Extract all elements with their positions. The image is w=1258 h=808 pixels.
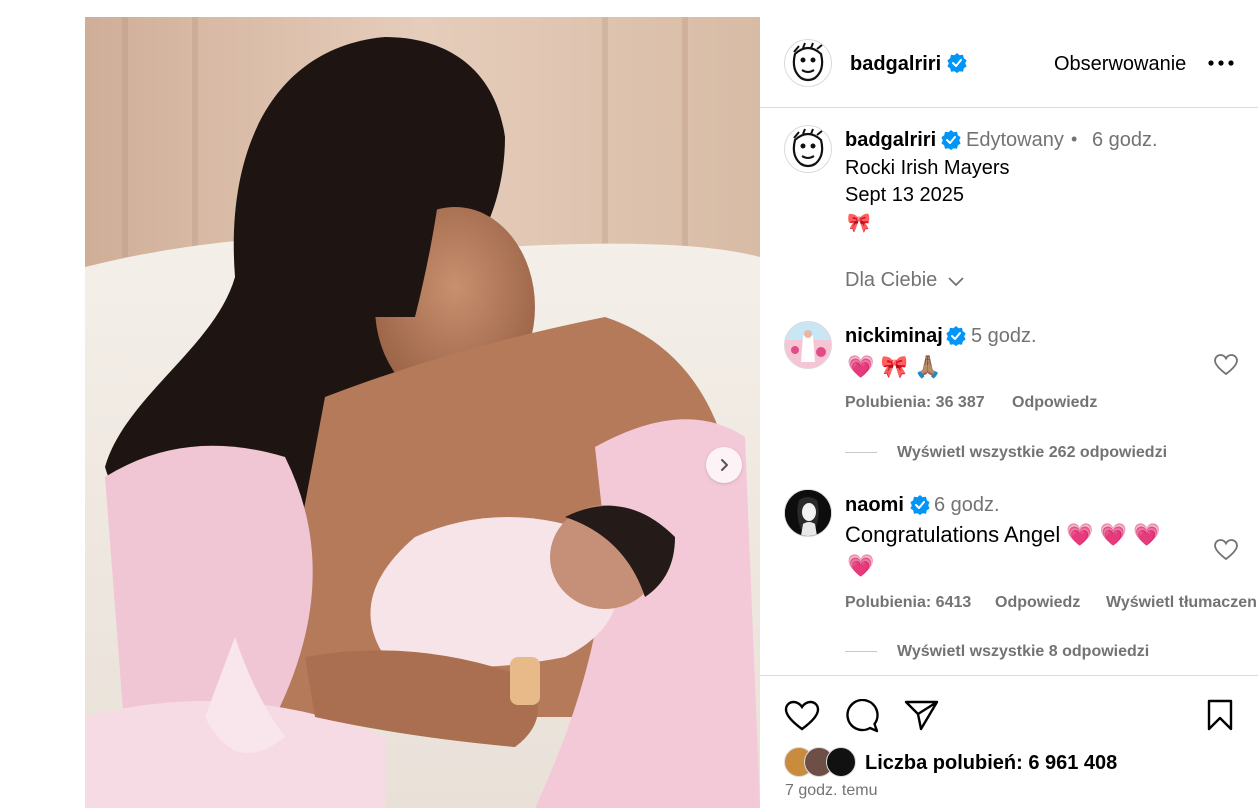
comment-filter-dropdown[interactable]: Dla Ciebie xyxy=(845,269,964,292)
likes-count[interactable]: Liczba polubień: 6 961 408 xyxy=(865,752,1117,775)
post-image xyxy=(85,17,760,808)
profile-photo-icon xyxy=(785,490,831,536)
comment-filter-label: Dla Ciebie xyxy=(845,269,938,291)
verified-badge-icon xyxy=(941,130,961,150)
comment-text-line-2: 💗 xyxy=(847,553,875,578)
caption-time[interactable]: 6 godz. xyxy=(1092,129,1158,152)
doodle-face-icon xyxy=(792,42,824,82)
comment-like-heart-icon[interactable] xyxy=(1214,539,1238,561)
reply-button[interactable]: Odpowiedz xyxy=(995,594,1080,612)
verified-badge-icon xyxy=(946,326,966,346)
post-side-panel: badgalriri Obserwowanie badgalriri Edyto… xyxy=(760,17,1258,808)
chevron-right-icon xyxy=(721,459,728,471)
comment-time[interactable]: 6 godz. xyxy=(934,494,1000,517)
chevron-down-icon xyxy=(948,277,964,287)
caption-line-3: 🎀 xyxy=(847,213,871,234)
actions-divider xyxy=(760,675,1258,676)
author-avatar[interactable] xyxy=(784,39,832,87)
comment-likes-count[interactable]: Polubienia: 6413 xyxy=(845,594,971,612)
reply-button[interactable]: Odpowiedz xyxy=(1012,394,1097,412)
separator-dot: • xyxy=(1071,129,1078,149)
view-replies-label: Wyświetl wszystkie 262 odpowiedzi xyxy=(897,444,1168,461)
comment-time[interactable]: 5 godz. xyxy=(971,325,1037,348)
view-replies-button[interactable]: Wyświetl wszystkie 8 odpowiedzi xyxy=(845,643,1149,661)
verified-badge-icon xyxy=(947,53,967,73)
comment-like-heart-icon[interactable] xyxy=(1214,354,1238,376)
comment-likes-count[interactable]: Polubienia: 36 387 xyxy=(845,394,985,412)
post-header: badgalriri Obserwowanie xyxy=(760,17,1258,108)
comment-username[interactable]: nickiminaj xyxy=(845,325,943,348)
view-replies-button[interactable]: Wyświetl wszystkie 262 odpowiedzi xyxy=(845,444,1167,462)
profile-photo-icon xyxy=(785,322,831,368)
bookmark-icon[interactable] xyxy=(1206,699,1234,731)
heart-icon[interactable] xyxy=(784,700,820,732)
comment-username[interactable]: naomi xyxy=(845,494,904,517)
caption-avatar[interactable] xyxy=(784,125,832,173)
liker-avatar xyxy=(826,747,856,777)
comment-text: 💗 🎀 🙏🏽 xyxy=(847,354,942,379)
share-icon[interactable] xyxy=(904,699,940,731)
caption-line-1: Rocki Irish Mayers xyxy=(845,157,1010,179)
edited-label: Edytowany xyxy=(966,129,1064,151)
translate-button[interactable]: Wyświetl tłumaczenie xyxy=(1106,594,1258,612)
following-button[interactable]: Obserwowanie xyxy=(1054,53,1186,76)
comment-avatar-naomi[interactable] xyxy=(784,489,832,537)
post-timestamp[interactable]: 7 godz. temu xyxy=(785,782,878,800)
author-username[interactable]: badgalriri xyxy=(850,53,941,76)
caption-line-2: Sept 13 2025 xyxy=(845,184,964,206)
view-replies-label: Wyświetl wszystkie 8 odpowiedzi xyxy=(897,643,1150,660)
replies-divider-line xyxy=(845,651,877,653)
doodle-face-icon xyxy=(792,128,824,168)
more-options-icon[interactable] xyxy=(1208,59,1234,67)
comment-avatar-nickiminaj[interactable] xyxy=(784,321,832,369)
liked-by-avatars[interactable] xyxy=(784,745,858,779)
next-photo-button[interactable] xyxy=(706,447,742,483)
replies-divider-line xyxy=(845,452,877,454)
comment-text-line-1: Congratulations Angel 💗 💗 💗 xyxy=(845,522,1161,547)
comment-icon[interactable] xyxy=(844,699,880,733)
verified-badge-icon xyxy=(910,495,930,515)
post-photo[interactable] xyxy=(85,17,760,808)
caption-username[interactable]: badgalriri xyxy=(845,129,936,152)
